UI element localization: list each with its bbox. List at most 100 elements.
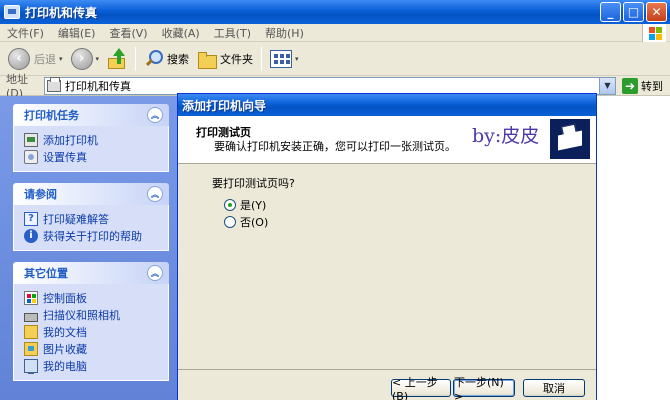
up-folder-icon <box>107 47 127 70</box>
views-icon <box>270 49 293 68</box>
wizard-footer: < 上一步(B) 下一步(N) > 取消 <box>178 369 596 400</box>
folder-icon <box>197 50 218 69</box>
search-button[interactable]: 搜索 <box>140 45 193 73</box>
panel-title: 其它位置 <box>24 267 68 280</box>
panel-title: 请参阅 <box>24 188 57 201</box>
address-value: 打印机和传真 <box>65 79 131 93</box>
toolbar-separator <box>261 46 263 71</box>
documents-folder-icon <box>24 324 38 339</box>
other-places-panel: 其它位置 ︽ 控制面板 扫描仪和照相机 我的文档 图片收藏 我的电脑 <box>13 262 169 381</box>
scanners-cameras-link[interactable]: 扫描仪和照相机 <box>24 306 168 323</box>
toolbar-separator <box>135 46 137 71</box>
control-panel-icon <box>24 290 38 305</box>
menu-file[interactable]: 文件(F) <box>0 25 51 41</box>
my-documents-link[interactable]: 我的文档 <box>24 323 168 340</box>
radio-no[interactable]: 否(O) <box>224 214 268 230</box>
panel-header[interactable]: 其它位置 ︽ <box>13 262 169 284</box>
radio-yes[interactable]: 是(Y) <box>224 197 266 213</box>
search-icon <box>144 49 164 69</box>
printing-help-link[interactable]: i 获得关于打印的帮助 <box>24 227 168 244</box>
maximize-button[interactable]: □ <box>623 2 644 22</box>
radio-yes-label: 是(Y) <box>240 199 267 212</box>
link-label: 我的文档 <box>43 325 87 339</box>
search-label: 搜索 <box>167 52 190 66</box>
help-icon: ? <box>24 211 38 226</box>
forward-arrow-icon: › <box>70 47 93 70</box>
address-input[interactable]: 打印机和传真 ▼ <box>44 76 616 95</box>
link-label: 添加打印机 <box>43 133 98 147</box>
panel-header[interactable]: 请参阅 ︽ <box>13 183 169 205</box>
printer-icon <box>47 76 61 92</box>
menu-edit[interactable]: 编辑(E) <box>51 25 103 41</box>
menu-help[interactable]: 帮助(H) <box>258 25 311 41</box>
back-dropdown-icon[interactable]: ▾ <box>59 55 63 63</box>
panel-title: 打印机任务 <box>24 109 79 122</box>
wizard-header: 打印测试页 要确认打印机安装正确，您可以打印一张测试页。 by:皮皮 <box>178 116 596 164</box>
menu-favorites[interactable]: 收藏(A) <box>155 25 207 41</box>
radio-no-indicator[interactable] <box>224 216 236 228</box>
task-pane: 打印机任务 ︽ 添加打印机 设置传真 请参阅 ︽ ? 打印疑难解答 i 获得关于… <box>0 96 177 400</box>
back-label: 后退 <box>34 52 56 66</box>
go-button[interactable]: ➜ 转到 <box>622 77 663 94</box>
cancel-button[interactable]: 取消 <box>523 379 585 397</box>
back-button[interactable]: ‹ 后退 ▾ <box>4 45 67 73</box>
wizard-step-subtitle: 要确认打印机安装正确，您可以打印一张测试页。 <box>214 140 456 153</box>
troubleshoot-printing-link[interactable]: ? 打印疑难解答 <box>24 210 168 227</box>
control-panel-link[interactable]: 控制面板 <box>24 289 168 306</box>
link-label: 我的电脑 <box>43 359 87 373</box>
go-label: 转到 <box>641 79 663 93</box>
panel-header[interactable]: 打印机任务 ︽ <box>13 104 169 126</box>
up-folder-button[interactable] <box>103 45 131 73</box>
test-page-question: 要打印测试页吗? <box>212 177 295 190</box>
link-label: 扫描仪和照相机 <box>43 308 120 322</box>
collapse-icon[interactable]: ︽ <box>147 107 163 123</box>
window-titlebar: 打印机和传真 _ □ ✕ <box>0 0 670 24</box>
link-label: 控制面板 <box>43 291 87 305</box>
menu-view[interactable]: 查看(V) <box>102 25 154 41</box>
info-icon: i <box>24 228 38 243</box>
menu-bar: 文件(F) 编辑(E) 查看(V) 收藏(A) 工具(T) 帮助(H) <box>0 24 670 42</box>
add-printer-wizard-dialog: 添加打印机向导 打印测试页 要确认打印机安装正确，您可以打印一张测试页。 by:… <box>177 93 597 400</box>
link-label: 设置传真 <box>43 150 87 164</box>
views-dropdown-icon[interactable]: ▾ <box>295 55 299 63</box>
folders-button[interactable]: 文件夹 <box>193 45 257 73</box>
link-label: 图片收藏 <box>43 342 87 356</box>
printer-tasks-panel: 打印机任务 ︽ 添加打印机 设置传真 <box>13 104 169 172</box>
radio-yes-indicator[interactable] <box>224 199 236 211</box>
toolbar: ‹ 后退 ▾ › ▾ 搜索 文件夹 ▾ <box>0 42 670 76</box>
views-button[interactable]: ▾ <box>266 45 303 73</box>
fax-icon <box>24 149 38 164</box>
radio-no-label: 否(O) <box>240 216 269 229</box>
go-arrow-icon: ➜ <box>622 77 638 94</box>
forward-dropdown-icon[interactable]: ▾ <box>96 55 100 63</box>
my-pictures-link[interactable]: 图片收藏 <box>24 340 168 357</box>
link-label: 打印疑难解答 <box>43 212 109 226</box>
wizard-body: 要打印测试页吗? 是(Y) 否(O) <box>178 164 596 369</box>
back-step-button[interactable]: < 上一步(B) <box>391 376 451 400</box>
watermark-text: by:皮皮 <box>472 125 540 147</box>
see-also-panel: 请参阅 ︽ ? 打印疑难解答 i 获得关于打印的帮助 <box>13 183 169 251</box>
add-printer-link[interactable]: 添加打印机 <box>24 131 168 148</box>
window-title: 打印机和传真 <box>25 5 98 20</box>
add-printer-icon <box>24 132 38 147</box>
close-button[interactable]: ✕ <box>646 2 667 22</box>
link-label: 获得关于打印的帮助 <box>43 229 142 243</box>
folders-label: 文件夹 <box>220 52 254 66</box>
minimize-button[interactable]: _ <box>600 2 621 22</box>
pictures-folder-icon <box>24 341 38 356</box>
address-dropdown-button[interactable]: ▼ <box>599 77 615 94</box>
printer-wizard-icon <box>550 119 590 159</box>
computer-icon <box>24 358 38 374</box>
back-arrow-icon: ‹ <box>8 47 30 70</box>
windows-logo-icon <box>642 24 666 42</box>
collapse-icon[interactable]: ︽ <box>147 186 163 202</box>
setup-fax-link[interactable]: 设置传真 <box>24 148 168 165</box>
window-controls: _ □ ✕ <box>600 2 667 22</box>
forward-button[interactable]: › ▾ <box>67 45 104 73</box>
wizard-titlebar: 添加打印机向导 <box>178 94 596 116</box>
collapse-icon[interactable]: ︽ <box>147 265 163 281</box>
my-computer-link[interactable]: 我的电脑 <box>24 357 168 374</box>
printer-folder-icon <box>4 5 20 19</box>
menu-tools[interactable]: 工具(T) <box>207 25 258 41</box>
next-step-button[interactable]: 下一步(N) > <box>453 376 515 400</box>
